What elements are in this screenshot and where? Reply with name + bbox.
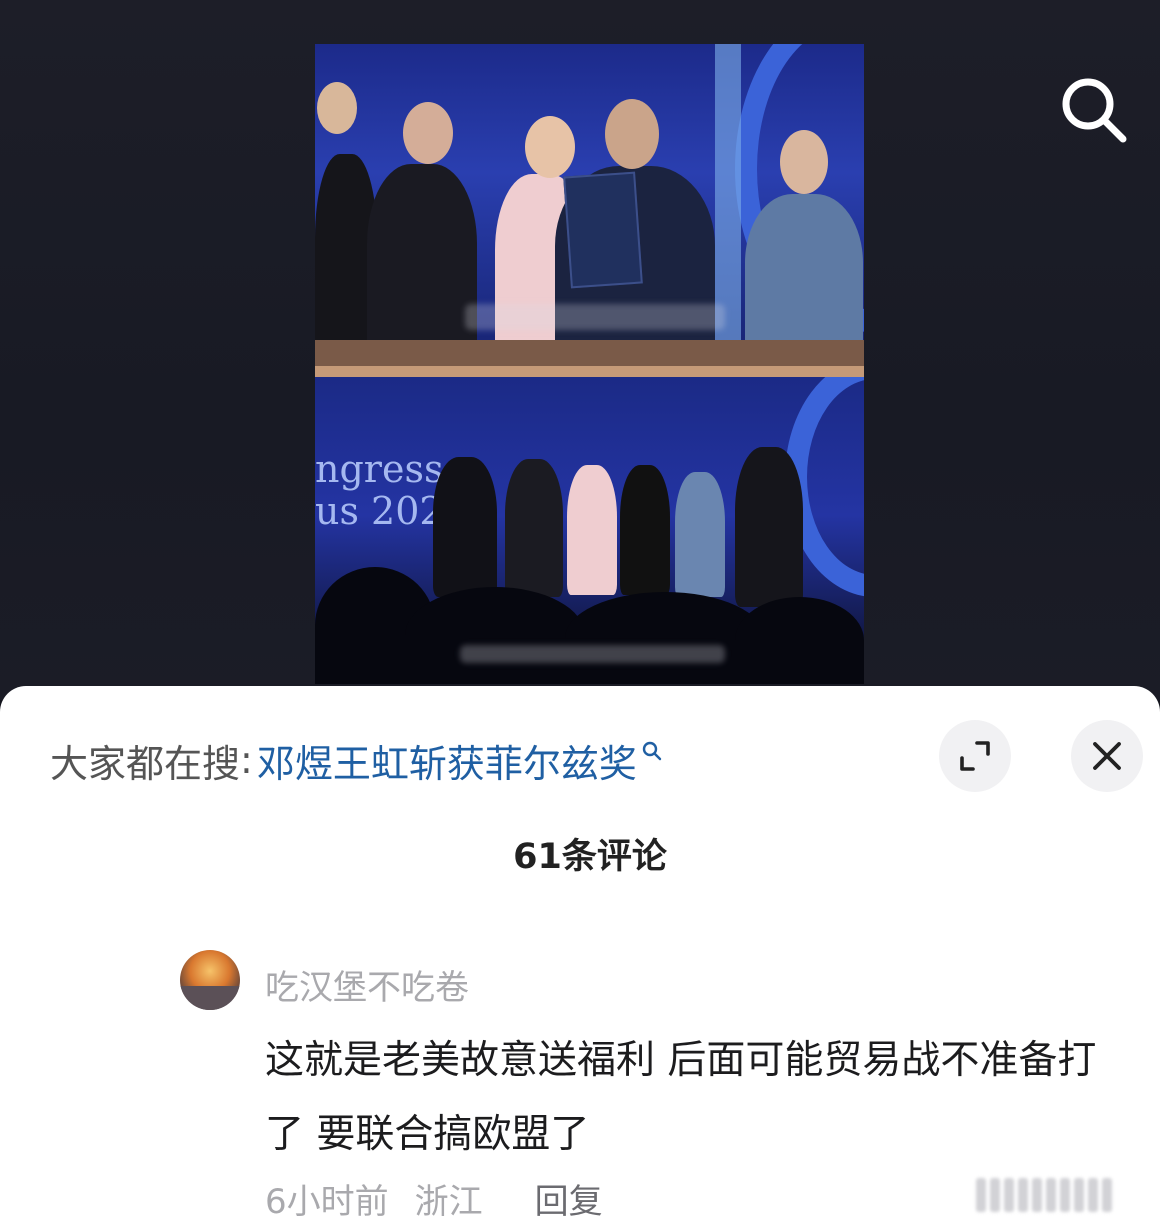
comment-time: 6小时前 bbox=[265, 1182, 389, 1222]
trending-search-bar[interactable]: 大家都在搜 : 邓煜王虹斩获菲尔兹奖 bbox=[50, 730, 663, 790]
avatar-landscape bbox=[180, 986, 240, 1010]
certificate bbox=[563, 171, 643, 289]
comment-meta: 6小时前 浙江 回复 bbox=[265, 1174, 629, 1223]
blur-mark bbox=[1060, 1178, 1070, 1212]
person bbox=[433, 457, 497, 597]
person bbox=[567, 465, 617, 595]
blur-mark bbox=[1018, 1178, 1028, 1212]
photo-award-closeup bbox=[315, 44, 864, 366]
trending-search-topic[interactable]: 邓煜王虹斩获菲尔兹奖 bbox=[257, 733, 637, 788]
stage-floor bbox=[315, 340, 864, 366]
blur-mark bbox=[1032, 1178, 1042, 1212]
audience-silhouette bbox=[735, 597, 864, 684]
expand-button[interactable] bbox=[939, 720, 1011, 792]
search-icon bbox=[642, 741, 662, 761]
person-head bbox=[403, 102, 453, 164]
photo-divider bbox=[315, 366, 864, 377]
blur-mark bbox=[1088, 1178, 1098, 1212]
blur-mark bbox=[976, 1178, 986, 1212]
comment-count-title: 61条评论 bbox=[513, 837, 667, 877]
person bbox=[505, 459, 563, 597]
person-suit bbox=[367, 164, 477, 364]
comment-sheet: 大家都在搜 : 邓煜王虹斩获菲尔兹奖 61条评论 吃汉堡不吃卷 这就是老美故意送… bbox=[0, 686, 1160, 1230]
person-head bbox=[605, 99, 659, 169]
reply-button[interactable]: 回复 bbox=[535, 1174, 603, 1223]
close-icon bbox=[1093, 742, 1121, 770]
person-head bbox=[780, 130, 828, 194]
audience-silhouette bbox=[405, 587, 585, 684]
blur-mark bbox=[1102, 1178, 1112, 1212]
media-area: ngress us 2026 bbox=[0, 0, 1160, 700]
blur-mark bbox=[1074, 1178, 1084, 1212]
comment-location: 浙江 bbox=[414, 1182, 483, 1222]
photo-award-wide: ngress us 2026 bbox=[315, 377, 864, 684]
person bbox=[675, 472, 725, 597]
close-button[interactable] bbox=[1071, 720, 1143, 792]
blur-mark bbox=[1004, 1178, 1014, 1212]
search-button[interactable] bbox=[1058, 74, 1130, 146]
comment-text: 这就是老美故意送福利 后面可能贸易战不准备打了 要联合搞欧盟了 bbox=[265, 1038, 1097, 1157]
stage-text-line1: ngress bbox=[315, 447, 444, 491]
avatar[interactable] bbox=[180, 950, 240, 1010]
blur-mark bbox=[990, 1178, 1000, 1212]
blurred-caption bbox=[460, 645, 725, 663]
trending-search-colon: : bbox=[240, 738, 253, 782]
blur-mark bbox=[1046, 1178, 1056, 1212]
blurred-like-area bbox=[976, 1178, 1136, 1212]
comment-username[interactable]: 吃汉堡不吃卷 bbox=[265, 960, 469, 1009]
trending-search-prefix: 大家都在搜 bbox=[50, 741, 241, 786]
expand-icon bbox=[960, 741, 990, 771]
person-head bbox=[525, 116, 575, 178]
blurred-caption bbox=[465, 304, 725, 330]
video-player[interactable]: ngress us 2026 bbox=[315, 44, 864, 684]
person-head bbox=[317, 82, 357, 134]
person bbox=[620, 465, 670, 595]
search-icon bbox=[1062, 78, 1127, 143]
person bbox=[735, 447, 803, 607]
